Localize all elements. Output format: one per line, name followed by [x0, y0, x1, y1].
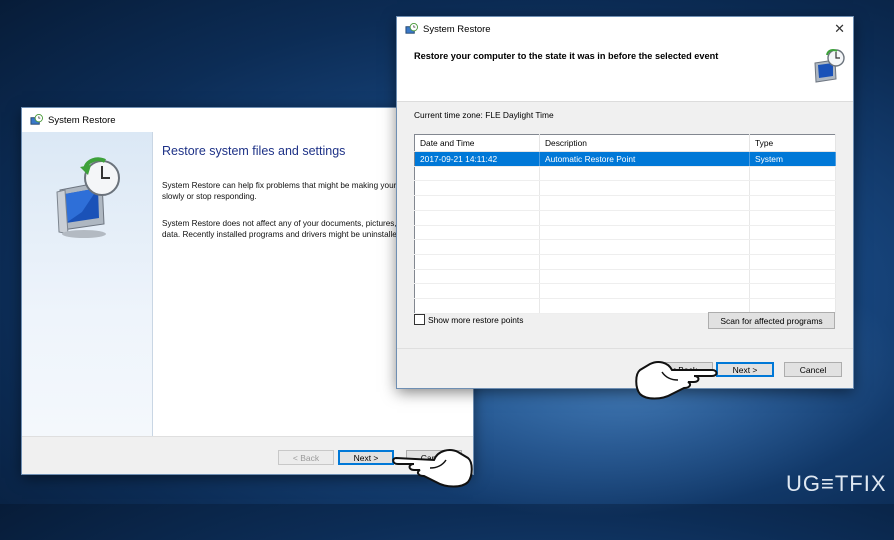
cell-date: 2017-09-21 14:11:42: [414, 151, 540, 167]
page-title: Restore your computer to the state it wa…: [414, 51, 719, 61]
empty-row: [414, 283, 836, 300]
restore-points-table[interactable]: Date and Time Description Type 2017-09-2…: [414, 134, 836, 314]
restore-points-window: System Restore ✕ Restore your computer t…: [397, 17, 853, 388]
empty-row: [414, 166, 836, 182]
window-title: System Restore: [48, 114, 116, 126]
empty-row: [414, 225, 836, 241]
empty-row: [414, 254, 836, 270]
column-header-type[interactable]: Type: [749, 134, 836, 152]
table-row[interactable]: 2017-09-21 14:11:42 Automatic Restore Po…: [414, 151, 836, 167]
cell-description: Automatic Restore Point: [539, 151, 750, 167]
show-more-checkbox[interactable]: Show more restore points: [414, 314, 523, 325]
ugetfix-watermark-logo: UG≡TFIX: [786, 471, 887, 496]
window-title: System Restore: [423, 23, 491, 35]
close-icon[interactable]: ✕: [834, 22, 845, 35]
empty-row: [414, 239, 836, 256]
empty-row: [414, 210, 836, 226]
table-header-row: Date and Time Description Type: [414, 134, 836, 152]
pointing-hand-icon: [392, 449, 473, 488]
pointing-hand-icon: [635, 361, 718, 400]
cell-type: System: [749, 151, 836, 167]
computer-clock-icon: [56, 157, 120, 238]
back-button[interactable]: < Back: [278, 450, 334, 465]
timezone-label: Current time zone: FLE Daylight Time: [414, 110, 554, 120]
empty-row: [414, 269, 836, 285]
computer-clock-icon: [814, 49, 845, 83]
empty-row: [414, 195, 836, 211]
wizard-sidebar: [22, 132, 153, 436]
scan-affected-programs-button[interactable]: Scan for affected programs: [708, 312, 835, 329]
show-more-label: Show more restore points: [428, 314, 524, 325]
empty-row: [414, 180, 836, 197]
system-restore-icon: [405, 22, 418, 34]
column-header-description[interactable]: Description: [539, 134, 750, 152]
restore-points-panel: Current time zone: FLE Daylight Time Dat…: [397, 102, 853, 348]
system-restore-icon: [30, 113, 43, 125]
wizard-footer: < Back Next > Cancel: [397, 348, 853, 388]
next-button[interactable]: Next >: [716, 362, 774, 377]
next-button[interactable]: Next >: [338, 450, 394, 465]
wizard-header: Restore your computer to the state it wa…: [397, 41, 853, 102]
column-header-date[interactable]: Date and Time: [414, 134, 540, 152]
cancel-button[interactable]: Cancel: [784, 362, 842, 377]
title-bar[interactable]: System Restore ✕: [397, 17, 853, 41]
page-title: Restore system files and settings: [162, 144, 346, 158]
checkbox-box[interactable]: [414, 314, 425, 325]
